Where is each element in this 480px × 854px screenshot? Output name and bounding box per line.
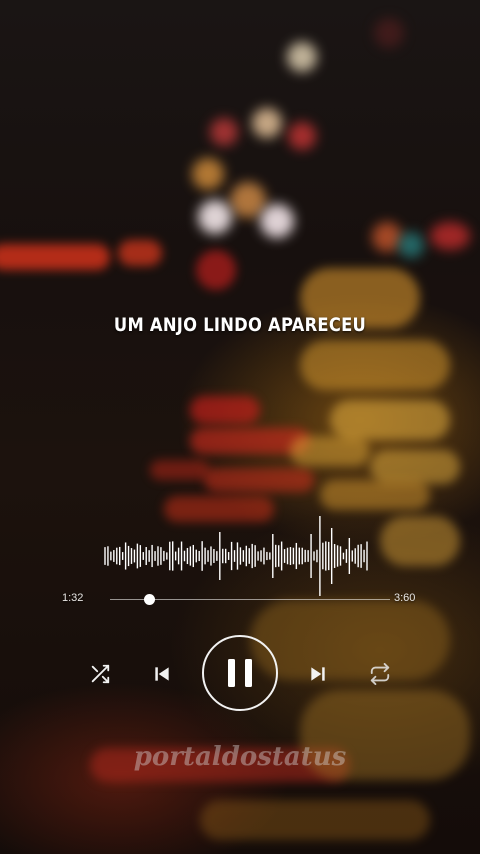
repeat-icon[interactable] — [366, 660, 394, 688]
background-photo — [0, 0, 480, 854]
skip-previous-icon[interactable] — [148, 660, 176, 688]
shuffle-icon[interactable] — [86, 660, 114, 688]
total-time: 3:60 — [394, 592, 416, 604]
lyric-line: UM ANJO LINDO APARECEU — [113, 314, 367, 336]
progress-knob[interactable] — [143, 594, 155, 605]
elapsed-time: 1:32 — [62, 592, 84, 604]
watermark-text: portaldostatus — [133, 742, 347, 772]
audio-waveform — [104, 516, 368, 596]
pause-icon — [222, 655, 258, 691]
skip-next-icon[interactable] — [304, 660, 332, 688]
